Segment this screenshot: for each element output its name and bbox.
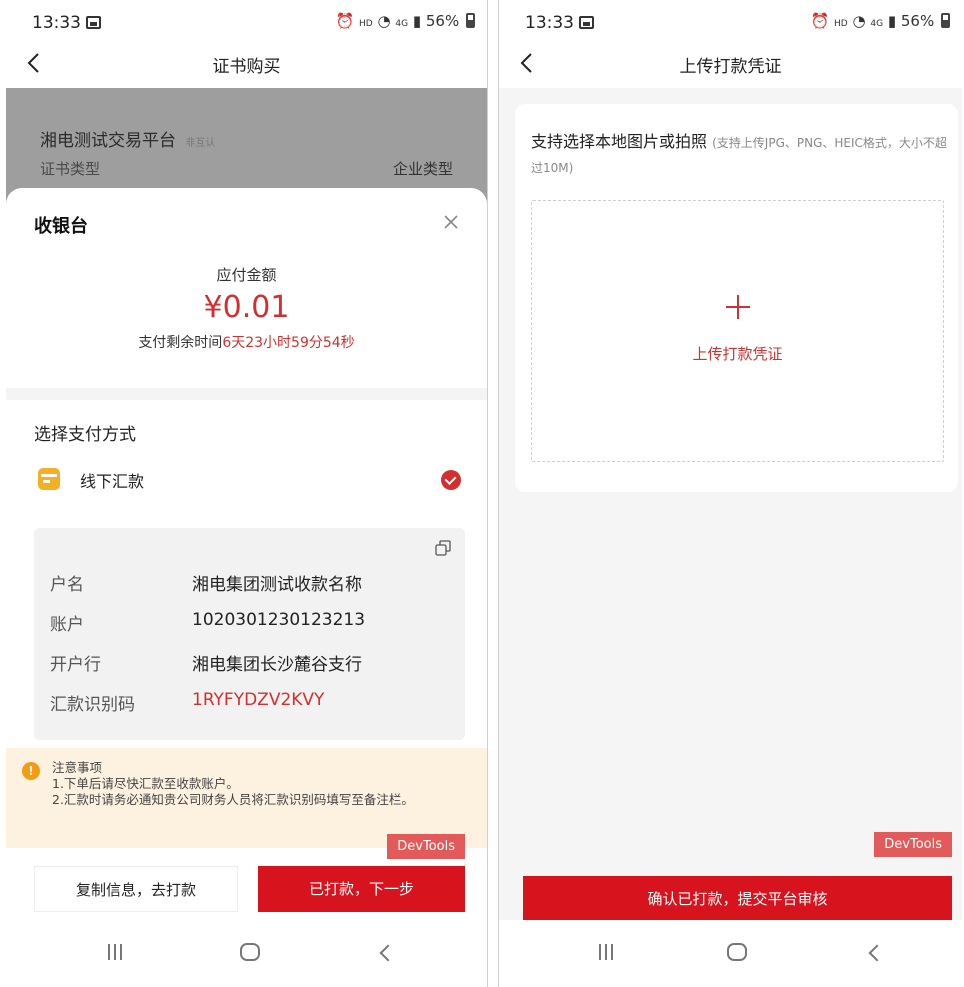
- company-type-label: 企业类型: [392, 160, 453, 178]
- next-step-button[interactable]: 已打款，下一步: [258, 866, 465, 912]
- account-row-key: 账户: [50, 615, 84, 635]
- devtools-button[interactable]: DevTools: [874, 832, 952, 857]
- page-title: 上传打款凭证: [679, 57, 782, 77]
- section-divider: [6, 388, 487, 400]
- copy-info-button[interactable]: 复制信息，去打款: [34, 866, 238, 912]
- network-indicator: 4G: [395, 19, 409, 29]
- notice-line-1: 1.下单后请尽快汇款至收款账户。: [52, 776, 239, 791]
- screen-certificate-purchase: 13:33 ⏰ HD ◔ 4G ▮ 56% 证书购买 湘电测试交易平台 非互认 …: [6, 0, 488, 987]
- battery-percent: 56%: [900, 12, 935, 30]
- notice-text: 注意事项 1.下单后请尽快汇款至收款账户。 2.汇款时请务必通知贵公司财务人员将…: [52, 760, 457, 808]
- cashier-sheet: 收银台 应付金额 ¥0.01 支付剩余时间6天23小时59分54秒 选择支付方式…: [6, 188, 487, 920]
- devtools-button[interactable]: DevTools: [387, 834, 465, 859]
- copy-icon[interactable]: [435, 540, 451, 556]
- account-row-value: 湘电集团长沙麓谷支行: [192, 655, 362, 675]
- status-bar: 13:33 ⏰ HD ◔ 4G ▮ 56%: [499, 0, 962, 40]
- battery-icon: [941, 13, 950, 28]
- account-info-card: 户名 湘电集团测试收款名称 账户 1020301230123213 开户行 湘电…: [34, 528, 465, 740]
- remaining-time: 支付剩余时间6天23小时59分54秒: [6, 332, 487, 352]
- hd-indicator: HD: [358, 19, 373, 29]
- upload-label: 上传打款凭证: [692, 345, 783, 363]
- network-indicator: 4G: [870, 19, 884, 29]
- home-icon[interactable]: [240, 943, 260, 961]
- account-row-value: 湘电集团测试收款名称: [192, 575, 362, 595]
- plus-icon: [725, 295, 750, 319]
- amount-label: 应付金额: [216, 266, 277, 284]
- screen-upload-proof: 13:33 ⏰ HD ◔ 4G ▮ 56% 上传打款凭证 支持选择本地图片或拍照…: [498, 0, 962, 987]
- payment-method-label: 线下汇款: [80, 472, 145, 491]
- close-icon[interactable]: [443, 214, 459, 230]
- status-indicators: ⏰ HD ◔ 4G ▮ 56%: [336, 12, 475, 30]
- amount-value: ¥0.01: [203, 290, 290, 325]
- remaining-countdown: 6天23小时59分54秒: [222, 335, 355, 351]
- account-row-code: 汇款识别码 1RYFYDZV2KVY: [50, 690, 449, 715]
- notice-title: 注意事项: [52, 760, 103, 775]
- signal-icon: ▮: [412, 12, 422, 30]
- battery-percent: 56%: [425, 12, 460, 30]
- nav-bar: 证书购买: [6, 40, 487, 88]
- upload-card: 支持选择本地图片或拍照 (支持上传JPG、PNG、HEIC格式，大小不超过10M…: [515, 104, 958, 492]
- pay-method-title: 选择支付方式: [34, 425, 136, 445]
- upload-instructions: 支持选择本地图片或拍照 (支持上传JPG、PNG、HEIC格式，大小不超过10M…: [531, 130, 948, 180]
- warning-icon: !: [22, 762, 40, 780]
- system-nav-bar: [499, 920, 962, 987]
- page-title: 证书购买: [212, 57, 281, 77]
- status-indicators: ⏰ HD ◔ 4G ▮ 56%: [811, 12, 950, 30]
- recent-apps-icon[interactable]: [108, 944, 122, 960]
- status-time: 13:33: [32, 13, 81, 33]
- platform-name-text: 湘电测试交易平台: [40, 131, 176, 151]
- battery-icon: [466, 13, 475, 28]
- alarm-icon: ⏰: [810, 12, 830, 30]
- notice-box: ! 注意事项 1.下单后请尽快汇款至收款账户。 2.汇款时请务必通知贵公司财务人…: [6, 748, 487, 848]
- gallery-icon: [579, 16, 594, 29]
- notice-line-2: 2.汇款时请务必通知贵公司财务人员将汇款识别码填写至备注栏。: [52, 792, 414, 807]
- check-circle-icon[interactable]: [441, 470, 461, 490]
- upload-dropzone[interactable]: 上传打款凭证: [531, 200, 944, 462]
- hd-indicator: HD: [833, 19, 848, 29]
- account-row-value: 1020301230123213: [192, 610, 366, 630]
- certificate-type-label: 证书类型: [40, 160, 101, 178]
- alarm-icon: ⏰: [335, 12, 355, 30]
- confirm-submit-button[interactable]: 确认已打款，提交平台审核: [523, 876, 952, 922]
- sheet-title: 收银台: [34, 216, 88, 237]
- signal-icon: ▮: [887, 12, 897, 30]
- platform-tag: 非互认: [185, 138, 216, 149]
- home-icon[interactable]: [727, 943, 747, 961]
- remaining-label: 支付剩余时间: [138, 335, 223, 351]
- status-time: 13:33: [525, 13, 574, 33]
- bank-card-icon: [38, 468, 60, 490]
- payment-method-offline[interactable]: 线下汇款: [34, 466, 465, 496]
- status-bar: 13:33 ⏰ HD ◔ 4G ▮ 56%: [6, 0, 487, 40]
- account-row-bank: 开户行 湘电集团长沙麓谷支行: [50, 650, 449, 675]
- nav-bar: 上传打款凭证: [499, 40, 962, 88]
- system-nav-bar: [6, 920, 487, 987]
- support-text: 支持选择本地图片或拍照: [531, 132, 708, 151]
- recent-apps-icon[interactable]: [599, 944, 613, 960]
- gallery-icon: [86, 16, 101, 29]
- wifi-icon: ◔: [377, 12, 391, 30]
- back-icon[interactable]: [868, 944, 886, 962]
- back-icon[interactable]: [379, 944, 397, 962]
- account-row-key: 汇款识别码: [50, 695, 135, 715]
- account-row-name: 户名 湘电集团测试收款名称: [50, 570, 449, 595]
- account-row-key: 开户行: [50, 655, 101, 675]
- platform-name: 湘电测试交易平台 非互认: [40, 126, 215, 151]
- account-row-key: 户名: [50, 575, 84, 595]
- remittance-code: 1RYFYDZV2KVY: [192, 690, 325, 710]
- wifi-icon: ◔: [852, 12, 866, 30]
- account-row-number: 账户 1020301230123213: [50, 610, 449, 635]
